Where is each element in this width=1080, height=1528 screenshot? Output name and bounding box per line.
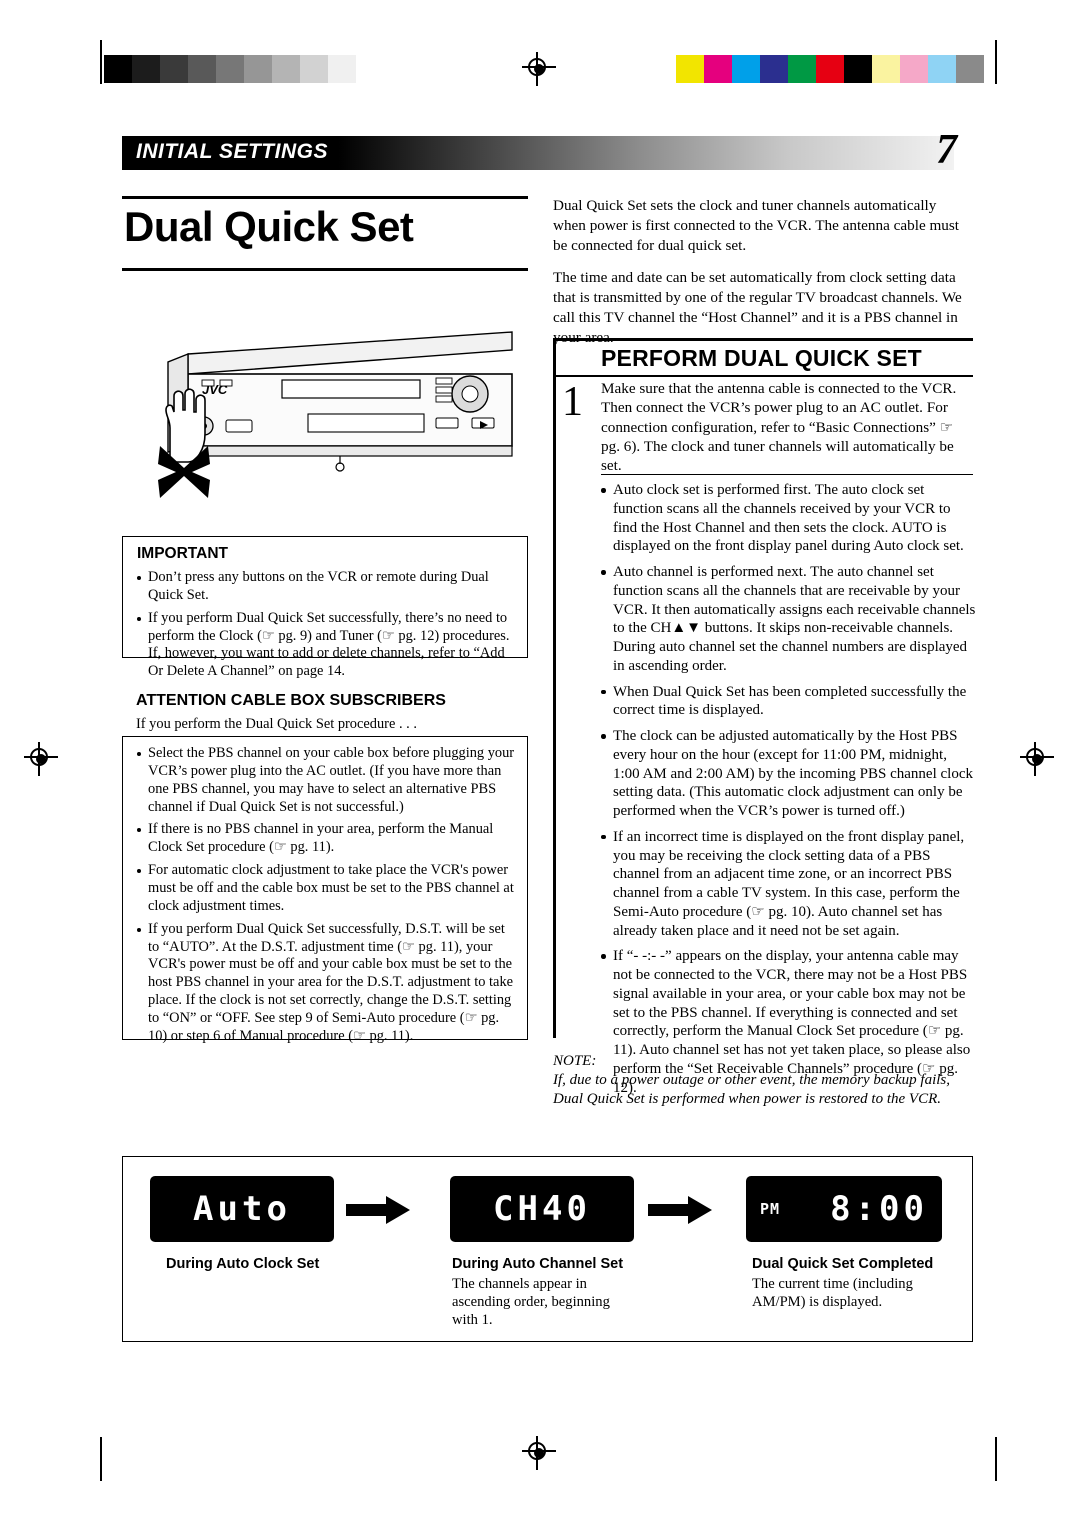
step-bullet-0: Auto clock set is performed first. The a… bbox=[601, 481, 977, 556]
step-heading-rule-bottom bbox=[553, 375, 973, 377]
caption-bold-completed: Dual Quick Set Completed bbox=[752, 1256, 934, 1272]
intro-paragraph-2: The time and date can be set automatical… bbox=[553, 269, 962, 346]
color-swatch-2 bbox=[732, 55, 760, 83]
gray-swatch-2 bbox=[160, 55, 188, 83]
note-label: NOTE: bbox=[553, 1053, 597, 1069]
lcd-ampm-indicator: PM bbox=[760, 1200, 781, 1218]
attention-box: Select the PBS channel on your cable box… bbox=[122, 736, 528, 1044]
attention-bullet-0: Select the PBS channel on your cable box… bbox=[137, 745, 515, 816]
grayscale-calibration-bar bbox=[104, 55, 356, 83]
step-bullet-list: Auto clock set is performed first. The a… bbox=[601, 481, 977, 1104]
title-rule-bottom bbox=[122, 268, 528, 271]
gray-swatch-4 bbox=[216, 55, 244, 83]
step-number: 1 bbox=[562, 379, 583, 425]
step-bullet-2: When Dual Quick Set has been completed s… bbox=[601, 683, 977, 721]
crop-mark-bottom-left-v bbox=[100, 1437, 102, 1481]
color-swatch-6 bbox=[844, 55, 872, 83]
color-swatch-5 bbox=[816, 55, 844, 83]
arrow-right-icon-2 bbox=[648, 1196, 712, 1224]
attention-bullet-list: Select the PBS channel on your cable box… bbox=[123, 737, 527, 1046]
caption-body-channel: The channels appear in ascending order, … bbox=[452, 1276, 610, 1328]
color-swatch-0 bbox=[676, 55, 704, 83]
registration-mark-left bbox=[24, 742, 58, 776]
registration-mark-right bbox=[1020, 742, 1054, 776]
lcd-auto-text: Auto bbox=[193, 1189, 291, 1229]
page-number: 7 bbox=[936, 127, 957, 173]
lcd-display-time: PM 8:00 bbox=[746, 1176, 942, 1242]
attention-bullet-3: If you perform Dual Quick Set successful… bbox=[137, 921, 515, 1046]
attention-heading: ATTENTION CABLE BOX SUBSCRIBERS bbox=[136, 692, 446, 709]
vcr-illustration: JVC bbox=[140, 322, 530, 512]
step-heading: PERFORM DUAL QUICK SET bbox=[601, 345, 922, 371]
color-swatch-1 bbox=[704, 55, 732, 83]
gray-swatch-5 bbox=[244, 55, 272, 83]
lcd-display-channel: CH40 bbox=[450, 1176, 634, 1242]
note-block: NOTE: If, due to a power outage or other… bbox=[553, 1052, 973, 1109]
intro-paragraph-1: Dual Quick Set sets the clock and tuner … bbox=[553, 197, 960, 254]
gray-swatch-0 bbox=[104, 55, 132, 83]
attention-bullet-2: For automatic clock adjustment to take p… bbox=[137, 862, 515, 916]
step-vertical-rule bbox=[553, 338, 556, 1038]
step-bullet-4: If an incorrect time is displayed on the… bbox=[601, 828, 977, 941]
color-swatch-10 bbox=[956, 55, 984, 83]
registration-mark-bottom bbox=[522, 1436, 556, 1470]
title-rule-top bbox=[122, 196, 528, 199]
gray-swatch-1 bbox=[132, 55, 160, 83]
step-separator-rule bbox=[601, 474, 973, 475]
arrow-right-icon-1 bbox=[346, 1196, 410, 1224]
section-title: INITIAL SETTINGS bbox=[136, 140, 328, 163]
registration-mark-top bbox=[522, 52, 556, 86]
color-swatch-8 bbox=[900, 55, 928, 83]
color-swatch-4 bbox=[788, 55, 816, 83]
attention-subheading: If you perform the Dual Quick Set proced… bbox=[136, 716, 417, 732]
caption-body-completed: The current time (including AM/PM) is di… bbox=[752, 1276, 913, 1310]
step-bullet-1: Auto channel is performed next. The auto… bbox=[601, 563, 977, 676]
color-swatch-9 bbox=[928, 55, 956, 83]
step-body-text: Make sure that the antenna cable is conn… bbox=[601, 380, 957, 475]
important-bullet-1: If you perform Dual Quick Set successful… bbox=[137, 610, 515, 681]
crop-mark-top-right-v bbox=[995, 40, 997, 84]
caption-bold-channel: During Auto Channel Set bbox=[452, 1256, 624, 1272]
crop-mark-top-left-v bbox=[100, 40, 102, 84]
lcd-channel-text: CH40 bbox=[493, 1189, 591, 1229]
important-bullet-0: Don’t press any buttons on the VCR or re… bbox=[137, 569, 515, 605]
intro-text: Dual Quick Set sets the clock and tuner … bbox=[553, 196, 963, 360]
step-heading-rule-top bbox=[553, 338, 973, 341]
do-not-press-x-icon bbox=[158, 446, 210, 498]
attention-bullet-1: If there is no PBS channel in your area,… bbox=[137, 821, 515, 857]
page-title: Dual Quick Set bbox=[124, 203, 414, 250]
gray-swatch-7 bbox=[300, 55, 328, 83]
step-bullet-3: The clock can be adjusted automatically … bbox=[601, 727, 977, 821]
caption-bold-auto: During Auto Clock Set bbox=[166, 1256, 320, 1272]
important-bullet-list: Don’t press any buttons on the VCR or re… bbox=[123, 569, 527, 681]
important-heading: IMPORTANT bbox=[137, 545, 228, 562]
color-swatch-3 bbox=[760, 55, 788, 83]
lcd-display-auto: Auto bbox=[150, 1176, 334, 1242]
lcd-time-text: 8:00 bbox=[830, 1189, 928, 1229]
important-box: IMPORTANT Don’t press any buttons on the… bbox=[122, 536, 528, 679]
note-text: If, due to a power outage or other event… bbox=[553, 1071, 951, 1107]
color-calibration-bar bbox=[676, 55, 984, 83]
gray-swatch-3 bbox=[188, 55, 216, 83]
gray-swatch-6 bbox=[272, 55, 300, 83]
gray-swatch-8 bbox=[328, 55, 356, 83]
crop-mark-bottom-right-v bbox=[995, 1437, 997, 1481]
color-swatch-7 bbox=[872, 55, 900, 83]
